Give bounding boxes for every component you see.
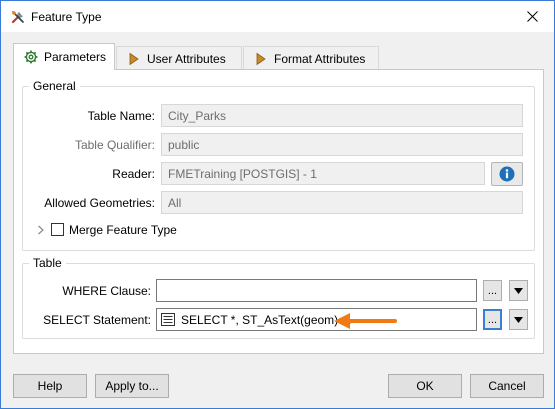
list-icon (161, 313, 175, 326)
general-group: General Table Name: City_Parks Table Qua… (22, 79, 535, 251)
info-icon (499, 166, 515, 182)
tab-user-attributes[interactable]: User Attributes (116, 46, 242, 70)
table-name-label: Table Name: (87, 109, 155, 123)
window-title: Feature Type (31, 10, 102, 24)
chevron-down-icon (514, 316, 523, 323)
tab-user-attributes-label: User Attributes (147, 51, 226, 66)
feature-type-dialog: Feature Type Parameters User Attributes … (0, 0, 555, 409)
general-legend: General (29, 79, 80, 93)
cancel-button[interactable]: Cancel (470, 374, 544, 398)
reader-field: FMETraining [POSTGIS] - 1 (161, 162, 485, 185)
select-statement-browse-button[interactable]: ... (483, 309, 502, 330)
reader-info-button[interactable] (491, 162, 523, 186)
chevron-down-icon (514, 287, 523, 294)
parameters-panel: General Table Name: City_Parks Table Qua… (13, 69, 544, 354)
help-button[interactable]: Help (13, 374, 87, 398)
tab-parameters[interactable]: Parameters (13, 43, 115, 70)
title-bar: Feature Type (1, 1, 554, 32)
select-statement-value: SELECT *, ST_AsText(geom) ... (181, 312, 352, 327)
allowed-geometries-field: All (161, 191, 523, 214)
tab-parameters-label: Parameters (44, 50, 107, 64)
table-qualifier-label: Table Qualifier: (74, 138, 155, 152)
table-name-field: City_Parks (161, 104, 523, 127)
tab-format-attributes-label: Format Attributes (274, 51, 366, 66)
table-legend: Table (29, 256, 66, 270)
reader-label: Reader: (112, 167, 155, 181)
where-clause-label: WHERE Clause: (62, 284, 151, 298)
allowed-geometries-label: Allowed Geometries: (44, 196, 155, 210)
select-statement-label: SELECT Statement: (43, 313, 151, 327)
callout-arrow (334, 313, 397, 329)
chevron-right-icon[interactable] (37, 224, 45, 238)
table-group: Table WHERE Clause: ... SELECT Statement… (22, 256, 535, 339)
where-clause-browse-button[interactable]: ... (483, 280, 502, 301)
select-statement-dropdown-button[interactable] (509, 309, 528, 330)
gear-icon (24, 50, 38, 64)
ok-button[interactable]: OK (388, 374, 462, 398)
tab-format-attributes[interactable]: Format Attributes (243, 46, 379, 70)
arrow-right-icon (254, 52, 268, 66)
select-statement-input[interactable]: SELECT *, ST_AsText(geom) ... (156, 308, 477, 331)
merge-feature-type-label: Merge Feature Type (69, 223, 177, 237)
close-icon (526, 11, 538, 22)
tools-icon (10, 9, 26, 25)
merge-feature-type-checkbox[interactable] (51, 223, 64, 236)
table-qualifier-field: public (161, 133, 523, 156)
where-clause-input[interactable] (156, 279, 477, 302)
arrow-right-icon (127, 52, 141, 66)
where-clause-dropdown-button[interactable] (509, 280, 528, 301)
close-button[interactable] (510, 1, 554, 32)
apply-to-button[interactable]: Apply to... (95, 374, 169, 398)
